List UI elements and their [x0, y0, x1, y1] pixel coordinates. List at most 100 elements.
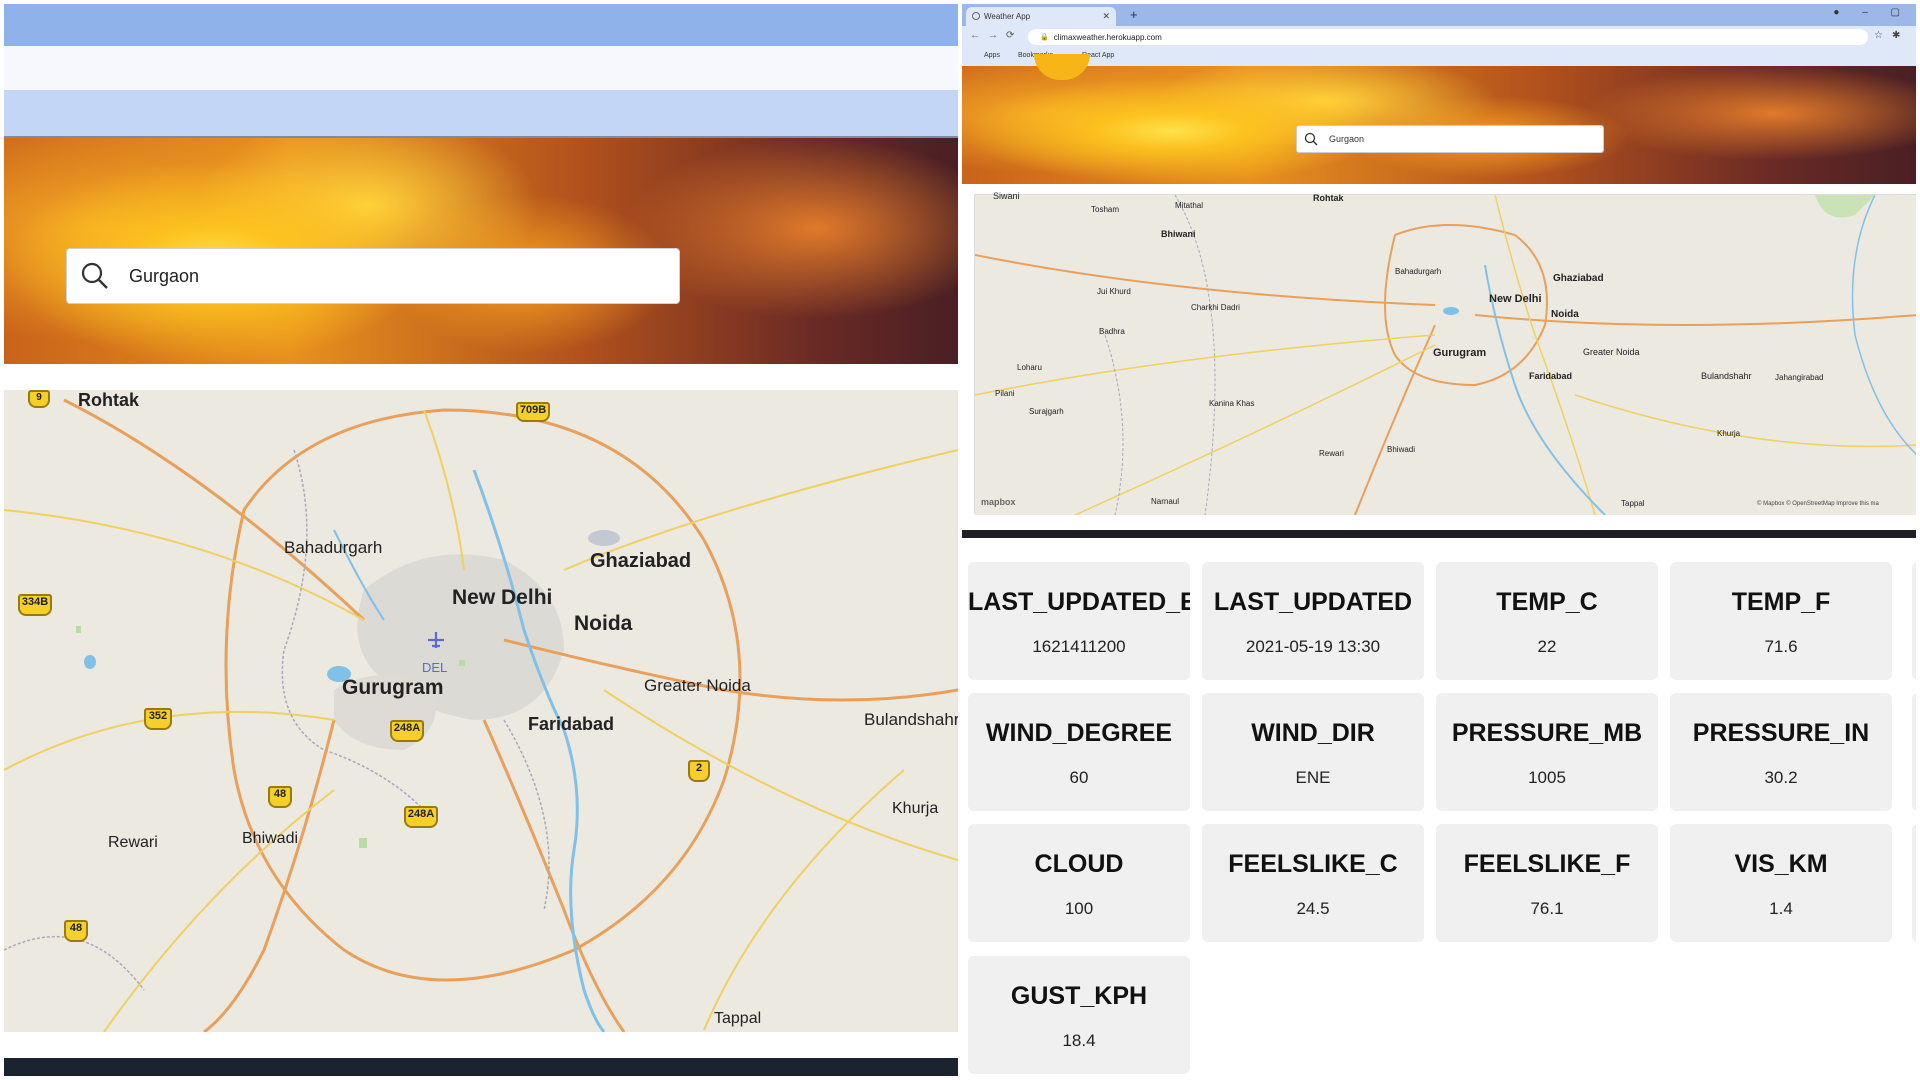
card-value: 30.2	[1764, 768, 1798, 787]
map-label: Bulandshahr	[1701, 371, 1752, 381]
window-controls[interactable]: ● – ▢	[1833, 7, 1910, 18]
weather-card: PRESSURE_IN 30.2	[1670, 693, 1892, 811]
city-search-input[interactable]: Gurgaon	[1296, 125, 1604, 153]
card-key: CLOUD	[1034, 850, 1124, 878]
card-value: 2021-05-19 13:30	[1245, 637, 1381, 656]
map-label: Rohtak	[1313, 193, 1344, 203]
map-label: Kanina Khas	[1209, 399, 1255, 408]
map-view[interactable]: Rohtak Bahadurgarh Ghaziabad New Delhi N…	[4, 390, 958, 1032]
map-label: Ghaziabad	[590, 550, 692, 572]
map-label: Bhiwadi	[242, 830, 299, 847]
map-label: Tosham	[1091, 205, 1120, 214]
search-icon	[1297, 132, 1325, 146]
card-key: TEMP_F	[1731, 588, 1831, 616]
map-label: Siwani	[993, 191, 1020, 201]
card-key: PRESSURE_IN	[1692, 719, 1870, 747]
extensions-icon[interactable]: ✱	[1892, 30, 1900, 41]
map-label: DEL	[422, 660, 448, 675]
nav-buttons[interactable]: ←→⟳	[970, 30, 1022, 41]
weather-card: TEMP_F 71.6	[1670, 562, 1892, 680]
map-label: Loharu	[1017, 363, 1042, 372]
search-input-value: Gurgaon	[1329, 134, 1365, 144]
map-label: Khurja	[1717, 429, 1741, 438]
card-value: 1621411200	[1032, 637, 1126, 656]
browser-tab-strip: Weather App ✕ + ● – ▢	[962, 4, 1916, 26]
weather-card: CLOUD 100	[968, 824, 1190, 942]
new-tab-button[interactable]: +	[1130, 7, 1138, 22]
weather-card: WIND_DIR ENE	[1202, 693, 1424, 811]
map-view[interactable]: Siwani Rohtak Tosham Mitathal Bhiwani Ba…	[974, 191, 1916, 515]
map-label: Narnaul	[1151, 497, 1180, 506]
map-label: Greater Noida	[644, 676, 751, 695]
card-value: 71.6	[1764, 637, 1798, 656]
mapbox-logo[interactable]: mapbox	[981, 497, 1016, 507]
map-label: Charkhi Dadri	[1191, 303, 1240, 312]
map-label: Noida	[574, 612, 633, 635]
card-key: TEMP_C	[1496, 588, 1598, 616]
card-value: 1.4	[1769, 899, 1793, 918]
map-label: Surajgarh	[1029, 407, 1064, 416]
close-tab-icon[interactable]: ✕	[1102, 11, 1110, 22]
map-label: Bahadurgarh	[1395, 267, 1442, 276]
card-key: FEELSLIKE_F	[1463, 850, 1631, 878]
highway-shield: 709B	[516, 402, 550, 422]
weather-card: FEELSLIKE_C 24.5	[1202, 824, 1424, 942]
map-label: Tappal	[1621, 499, 1645, 508]
map-label: Bahadurgarh	[284, 538, 383, 557]
bookmark-apps[interactable]: Apps	[984, 52, 1000, 59]
map-label: Ghaziabad	[1553, 273, 1604, 284]
url-bar[interactable]: 🔒 climaxweather.herokuapp.com	[1028, 29, 1868, 45]
weather-card: LAST_UPDATED 2021-05-19 13:30	[1202, 562, 1424, 680]
weather-card: TEMP_C 22	[1436, 562, 1658, 680]
map-label: Jui Khurd	[1097, 287, 1131, 296]
map-attribution[interactable]: © Mapbox © OpenStreetMap Improve this ma	[1757, 501, 1879, 507]
address-strip-zoomed	[4, 46, 958, 90]
card-value: 24.5	[1296, 899, 1330, 918]
highway-shield: 48	[268, 786, 292, 808]
map-label: Bulandshahr	[864, 710, 958, 729]
map-label: Tappal	[714, 1010, 762, 1027]
card-key: LAST_UPDATED_EPOCH	[968, 588, 1190, 616]
card-value: 100	[1064, 899, 1094, 918]
map-label: Bhiwadi	[1387, 445, 1416, 454]
browser-bar-zoomed	[4, 4, 958, 46]
map-label: Jahangirabad	[1775, 373, 1824, 382]
card-value: 22	[1537, 637, 1557, 656]
tab-title: Weather App	[984, 12, 1031, 21]
card-key: LAST_UPDATED	[1213, 588, 1413, 616]
address-bar-row: ←→⟳ 🔒 climaxweather.herokuapp.com ☆ ✱	[962, 26, 1916, 48]
map-label: Gurugram	[1433, 347, 1487, 359]
map-label: Faridabad	[1529, 371, 1573, 381]
map-label: Rewari	[108, 834, 158, 851]
card-key: VIS_KM	[1734, 850, 1828, 878]
map-label: Pilani	[995, 389, 1015, 398]
map-label: Badhra	[1099, 327, 1125, 336]
weather-card: FEELSLIKE_F 76.1	[1436, 824, 1658, 942]
card-key: WIND_DEGREE	[985, 719, 1173, 747]
city-search-input[interactable]: Gurgaon	[66, 248, 680, 304]
map-label: New Delhi	[452, 586, 553, 609]
bookmarks-bar: Apps Bookmarks React App	[962, 48, 1916, 66]
map-label: Mitathal	[1175, 201, 1204, 210]
browser-tab[interactable]: Weather App ✕	[966, 7, 1116, 26]
map-label: Bhiwani	[1161, 229, 1196, 239]
map-label: New Delhi	[1489, 293, 1542, 305]
highway-shield: 248A	[390, 720, 424, 742]
card-value: 1005	[1528, 768, 1566, 787]
weather-card: LAST_UPDATED_EPOCH 1621411200	[968, 562, 1190, 680]
card-value: ENE	[1295, 768, 1331, 787]
card-value: 76.1	[1530, 899, 1564, 918]
search-icon	[67, 248, 123, 304]
map-label: Faridabad	[528, 714, 615, 734]
highway-shield: 352	[144, 708, 172, 730]
card-key: PRESSURE_MB	[1451, 719, 1643, 747]
bookmarks-strip-zoomed	[4, 90, 958, 138]
map-label: Rewari	[1319, 449, 1344, 458]
weather-card: WIND_DEGREE 60	[968, 693, 1190, 811]
right-panel-browser-view: Weather App ✕ + ● – ▢ ←→⟳ 🔒 climaxweathe…	[962, 4, 1916, 1076]
highway-shield: 48	[64, 920, 88, 942]
card-value: 60	[1069, 768, 1089, 787]
card-value: 18.4	[1062, 1031, 1096, 1050]
star-icon[interactable]: ☆	[1874, 30, 1883, 41]
highway-shield: 248A	[404, 806, 438, 828]
